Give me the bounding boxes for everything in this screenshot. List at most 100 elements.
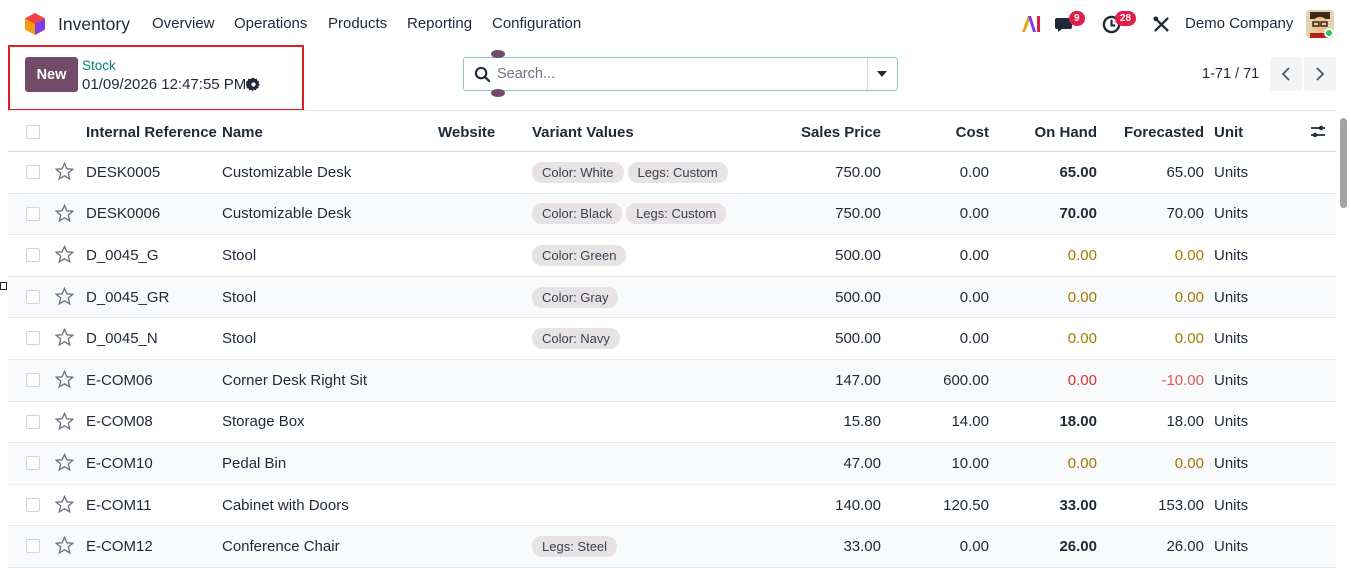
cell-on-hand: 0.00 (1067, 330, 1097, 348)
table-row[interactable]: DESK0006 Customizable Desk Color: Black Leg… (8, 193, 1336, 236)
vertical-scrollbar[interactable] (1340, 118, 1347, 208)
cell-unit: Units (1214, 496, 1249, 514)
star-icon[interactable] (55, 203, 74, 223)
cell-unit: Units (1214, 246, 1249, 264)
star-icon[interactable] (55, 453, 74, 472)
cell-forecasted: -10.00 (1161, 371, 1204, 389)
new-button[interactable]: New (25, 57, 78, 92)
cell-sales-price: 500.00 (835, 246, 881, 264)
cell-cost: 0.00 (959, 330, 989, 348)
cell-internal-reference: D_0045_N (86, 330, 158, 348)
menu-operations[interactable]: Operations (234, 15, 307, 32)
tools-icon[interactable] (1153, 16, 1170, 33)
row-checkbox[interactable] (26, 414, 40, 429)
cell-cost: 0.00 (959, 163, 989, 181)
pager-next-button[interactable] (1304, 57, 1336, 91)
cell-cost: 0.00 (959, 205, 989, 223)
company-switcher[interactable]: Demo Company (1185, 15, 1293, 32)
sliders-icon[interactable] (1310, 124, 1326, 140)
variant-tag: Color: Green (532, 244, 627, 266)
gear-icon[interactable] (246, 77, 261, 92)
column-unit[interactable]: Unit (1214, 111, 1243, 153)
table-row[interactable]: D_0045_GR Stool Color: Gray 500.00 0.00 0.00 0… (8, 276, 1336, 319)
drag-handle-top[interactable] (491, 50, 505, 58)
app-name[interactable]: Inventory (58, 14, 130, 35)
row-checkbox[interactable] (26, 331, 40, 346)
row-checkbox[interactable] (26, 456, 40, 471)
chevron-right-icon (1316, 67, 1325, 81)
activities-badge: 28 (1115, 11, 1137, 26)
star-icon[interactable] (55, 411, 74, 431)
cell-sales-price: 147.00 (835, 371, 881, 389)
column-cost[interactable]: Cost (888, 111, 989, 153)
cell-internal-reference: E-COM12 (86, 538, 153, 556)
cell-sales-price: 750.00 (835, 163, 881, 181)
variant-tag: Color: Gray (532, 286, 619, 308)
star-icon[interactable] (55, 286, 74, 306)
table-row[interactable]: E-COM06 Corner Desk Right Sit 147.00 600.00… (8, 360, 1336, 402)
menu-products[interactable]: Products (328, 15, 387, 32)
row-checkbox[interactable] (26, 289, 40, 304)
search-input[interactable] (497, 59, 867, 89)
cell-name: Customizable Desk (222, 205, 352, 223)
pager-value[interactable]: 1-71 / 71 (1202, 66, 1259, 82)
ai-icon[interactable] (1021, 15, 1043, 33)
cell-on-hand: 0.00 (1067, 246, 1097, 264)
cell-name: Pedal Bin (222, 454, 287, 472)
column-variant-values[interactable]: Variant Values (532, 111, 634, 153)
table-row[interactable]: D_0045_G Stool Color: Green 500.00 0.00 0.00 0… (8, 235, 1336, 277)
variant-tag: Color: Black (532, 203, 623, 225)
messages-badge: 9 (1069, 11, 1085, 26)
row-checkbox[interactable] (26, 373, 40, 387)
chevron-down-icon[interactable] (876, 70, 888, 78)
cell-cost: 0.00 (959, 246, 989, 264)
table-row[interactable]: E-COM10 Pedal Bin 47.00 10.00 0.00 0.00 Units (8, 443, 1336, 485)
star-icon[interactable] (55, 162, 74, 181)
row-checkbox[interactable] (26, 248, 40, 263)
cell-internal-reference: E-COM10 (86, 454, 153, 472)
column-website[interactable]: Website (438, 111, 495, 153)
menu-configuration[interactable]: Configuration (492, 15, 581, 32)
cell-name: Storage Box (222, 413, 305, 431)
row-checkbox[interactable] (26, 497, 40, 512)
cell-internal-reference: E-COM11 (86, 496, 152, 514)
cell-cost: 600.00 (943, 371, 989, 389)
breadcrumb-stock[interactable]: Stock (82, 58, 116, 73)
search-bar (463, 57, 898, 91)
cell-cost: 10.00 (951, 454, 989, 472)
row-checkbox[interactable] (26, 539, 40, 554)
drag-handle-bottom[interactable] (491, 89, 505, 97)
cell-name: Stool (222, 246, 257, 264)
row-checkbox[interactable] (26, 206, 40, 221)
table-row[interactable]: E-COM11 Cabinet with Doors 140.00 120.50 33.… (8, 485, 1336, 527)
pager-previous-button[interactable] (1270, 57, 1302, 91)
menu-overview[interactable]: Overview (152, 15, 215, 32)
search-icon[interactable] (474, 66, 491, 83)
column-sales-price[interactable]: Sales Price (768, 111, 881, 153)
star-icon[interactable] (55, 494, 74, 514)
cell-forecasted: 153.00 (1158, 496, 1204, 514)
select-all-checkbox[interactable] (26, 125, 40, 139)
star-icon[interactable] (55, 245, 74, 264)
column-name[interactable]: Name (222, 111, 263, 153)
star-icon[interactable] (55, 370, 74, 389)
cell-name: Cabinet with Doors (222, 496, 349, 514)
cell-cost: 14.00 (951, 413, 989, 431)
cell-forecasted: 26.00 (1166, 538, 1204, 556)
variant-tag: Legs: Custom (626, 203, 727, 225)
table-row[interactable]: E-COM08 Storage Box 15.80 14.00 18.00 18.00 Un… (8, 402, 1336, 444)
cell-sales-price: 750.00 (835, 205, 881, 223)
table-row[interactable]: D_0045_N Stool Color: Navy 500.00 0.00 0.00 0.… (8, 318, 1336, 360)
cell-sales-price: 33.00 (843, 538, 881, 556)
column-internal-reference[interactable]: Internal Reference (86, 111, 217, 153)
cell-forecasted: 0.00 (1174, 330, 1204, 348)
column-forecasted[interactable]: Forecasted (1104, 111, 1204, 153)
inventory-logo-icon[interactable] (24, 12, 46, 36)
table-row[interactable]: DESK0005 Customizable Desk Color: White Leg… (8, 152, 1336, 194)
column-on-hand[interactable]: On Hand (998, 111, 1098, 153)
cell-variant-values: Color: Green (532, 235, 630, 276)
row-checkbox[interactable] (26, 165, 40, 179)
star-icon[interactable] (55, 536, 74, 555)
star-icon[interactable] (55, 328, 74, 347)
menu-reporting[interactable]: Reporting (407, 15, 472, 32)
